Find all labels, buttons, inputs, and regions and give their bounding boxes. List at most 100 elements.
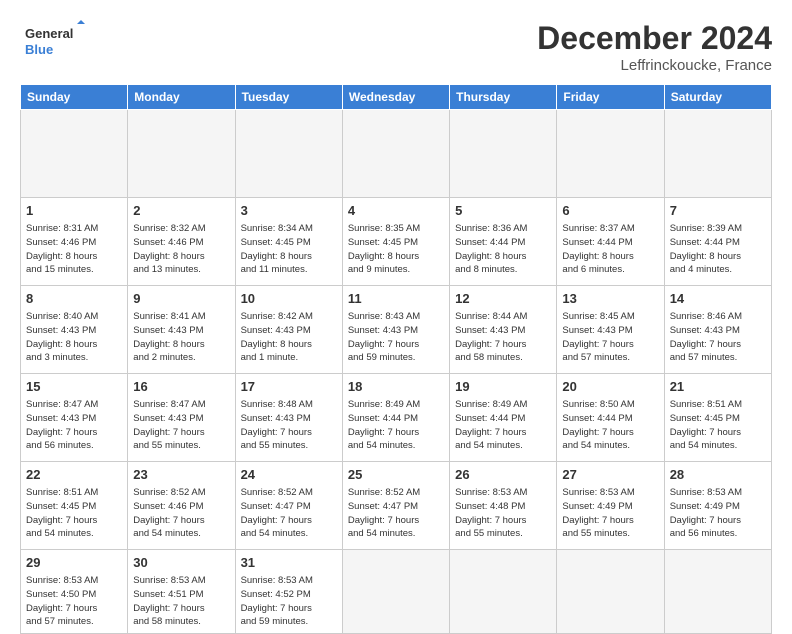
header-friday: Friday xyxy=(557,85,664,110)
table-row: 8Sunrise: 8:40 AM Sunset: 4:43 PM Daylig… xyxy=(21,286,128,374)
day-detail: Sunrise: 8:49 AM Sunset: 4:44 PM Dayligh… xyxy=(455,398,551,453)
day-number: 16 xyxy=(133,378,229,396)
table-row xyxy=(128,110,235,198)
day-detail: Sunrise: 8:44 AM Sunset: 4:43 PM Dayligh… xyxy=(455,310,551,365)
calendar-body: 1 Sunrise: 8:31 AM Sunset: 4:46 PM Daylig… xyxy=(21,110,772,634)
day-number: 31 xyxy=(241,554,337,572)
table-row: 16Sunrise: 8:47 AM Sunset: 4:43 PM Dayli… xyxy=(128,374,235,462)
day-detail: Sunrise: 8:51 AM Sunset: 4:45 PM Dayligh… xyxy=(670,398,766,453)
table-row xyxy=(664,110,771,198)
day-number: 26 xyxy=(455,466,551,484)
day-number: 5 xyxy=(455,202,551,220)
day-number: 24 xyxy=(241,466,337,484)
table-row: 30 Sunrise: 8:53 AM Sunset: 4:51 PM Dayli… xyxy=(128,550,235,634)
day-number: 14 xyxy=(670,290,766,308)
day-detail: Sunrise: 8:32 AM Sunset: 4:46 PM Dayligh… xyxy=(133,222,229,277)
day-detail: Sunrise: 8:43 AM Sunset: 4:43 PM Dayligh… xyxy=(348,310,444,365)
calendar-table: Sunday Monday Tuesday Wednesday Thursday… xyxy=(20,84,772,634)
day-detail: Sunrise: 8:34 AM Sunset: 4:45 PM Dayligh… xyxy=(241,222,337,277)
day-detail: Sunrise: 8:47 AM Sunset: 4:43 PM Dayligh… xyxy=(26,398,122,453)
table-row: 3 Sunrise: 8:34 AM Sunset: 4:45 PM Daylig… xyxy=(235,198,342,286)
table-row: 31 Sunrise: 8:53 AM Sunset: 4:52 PM Dayli… xyxy=(235,550,342,634)
day-detail: Sunrise: 8:52 AM Sunset: 4:47 PM Dayligh… xyxy=(241,486,337,541)
day-detail: Sunrise: 8:39 AM Sunset: 4:44 PM Dayligh… xyxy=(670,222,766,277)
table-row: 22 Sunrise: 8:51 AM Sunset: 4:45 PM Dayli… xyxy=(21,462,128,550)
table-row: 15 Sunrise: 8:47 AM Sunset: 4:43 PM Dayli… xyxy=(21,374,128,462)
day-detail: Sunrise: 8:31 AM Sunset: 4:46 PM Dayligh… xyxy=(26,222,122,277)
table-row xyxy=(450,550,557,634)
svg-text:General: General xyxy=(25,26,73,41)
day-number: 13 xyxy=(562,290,658,308)
day-detail: Sunrise: 8:53 AM Sunset: 4:48 PM Dayligh… xyxy=(455,486,551,541)
day-number: 20 xyxy=(562,378,658,396)
header-wednesday: Wednesday xyxy=(342,85,449,110)
table-row: 24 Sunrise: 8:52 AM Sunset: 4:47 PM Dayli… xyxy=(235,462,342,550)
day-detail: Sunrise: 8:49 AM Sunset: 4:44 PM Dayligh… xyxy=(348,398,444,453)
calendar-week-row: 8Sunrise: 8:40 AM Sunset: 4:43 PM Daylig… xyxy=(21,286,772,374)
day-detail: Sunrise: 8:50 AM Sunset: 4:44 PM Dayligh… xyxy=(562,398,658,453)
day-number: 28 xyxy=(670,466,766,484)
header-thursday: Thursday xyxy=(450,85,557,110)
table-row: 14Sunrise: 8:46 AM Sunset: 4:43 PM Dayli… xyxy=(664,286,771,374)
table-row: 26 Sunrise: 8:53 AM Sunset: 4:48 PM Dayli… xyxy=(450,462,557,550)
day-number: 11 xyxy=(348,290,444,308)
table-row: 25Sunrise: 8:52 AM Sunset: 4:47 PM Dayli… xyxy=(342,462,449,550)
table-row: 13 Sunrise: 8:45 AM Sunset: 4:43 PM Dayli… xyxy=(557,286,664,374)
day-detail: Sunrise: 8:35 AM Sunset: 4:45 PM Dayligh… xyxy=(348,222,444,277)
header: General Blue December 2024 Leffrinckouck… xyxy=(20,20,772,74)
weekday-header-row: Sunday Monday Tuesday Wednesday Thursday… xyxy=(21,85,772,110)
day-number: 21 xyxy=(670,378,766,396)
table-row: 18 Sunrise: 8:49 AM Sunset: 4:44 PM Dayli… xyxy=(342,374,449,462)
day-number: 17 xyxy=(241,378,337,396)
table-row: 27 Sunrise: 8:53 AM Sunset: 4:49 PM Dayli… xyxy=(557,462,664,550)
day-detail: Sunrise: 8:45 AM Sunset: 4:43 PM Dayligh… xyxy=(562,310,658,365)
table-row: 12 Sunrise: 8:44 AM Sunset: 4:43 PM Dayli… xyxy=(450,286,557,374)
day-detail: Sunrise: 8:36 AM Sunset: 4:44 PM Dayligh… xyxy=(455,222,551,277)
day-number: 30 xyxy=(133,554,229,572)
location: Leffrinckoucke, France xyxy=(537,57,772,74)
table-row xyxy=(235,110,342,198)
day-detail: Sunrise: 8:53 AM Sunset: 4:49 PM Dayligh… xyxy=(670,486,766,541)
table-row: 11 Sunrise: 8:43 AM Sunset: 4:43 PM Dayli… xyxy=(342,286,449,374)
table-row: 20 Sunrise: 8:50 AM Sunset: 4:44 PM Dayli… xyxy=(557,374,664,462)
header-tuesday: Tuesday xyxy=(235,85,342,110)
day-detail: Sunrise: 8:53 AM Sunset: 4:49 PM Dayligh… xyxy=(562,486,658,541)
title-block: December 2024 Leffrinckoucke, France xyxy=(537,20,772,74)
day-detail: Sunrise: 8:52 AM Sunset: 4:46 PM Dayligh… xyxy=(133,486,229,541)
table-row: 28 Sunrise: 8:53 AM Sunset: 4:49 PM Dayli… xyxy=(664,462,771,550)
table-row: 19Sunrise: 8:49 AM Sunset: 4:44 PM Dayli… xyxy=(450,374,557,462)
day-detail: Sunrise: 8:51 AM Sunset: 4:45 PM Dayligh… xyxy=(26,486,122,541)
table-row xyxy=(557,110,664,198)
day-number: 1 xyxy=(26,202,122,220)
calendar-week-row xyxy=(21,110,772,198)
day-detail: Sunrise: 8:53 AM Sunset: 4:52 PM Dayligh… xyxy=(241,574,337,629)
svg-text:Blue: Blue xyxy=(25,42,53,57)
day-number: 18 xyxy=(348,378,444,396)
table-row: 4Sunrise: 8:35 AM Sunset: 4:45 PM Daylig… xyxy=(342,198,449,286)
table-row xyxy=(21,110,128,198)
day-number: 27 xyxy=(562,466,658,484)
day-detail: Sunrise: 8:42 AM Sunset: 4:43 PM Dayligh… xyxy=(241,310,337,365)
table-row: 17 Sunrise: 8:48 AM Sunset: 4:43 PM Dayli… xyxy=(235,374,342,462)
day-number: 15 xyxy=(26,378,122,396)
day-detail: Sunrise: 8:40 AM Sunset: 4:43 PM Dayligh… xyxy=(26,310,122,365)
table-row: 21 Sunrise: 8:51 AM Sunset: 4:45 PM Dayli… xyxy=(664,374,771,462)
table-row: 9Sunrise: 8:41 AM Sunset: 4:43 PM Daylig… xyxy=(128,286,235,374)
calendar-week-row: 1 Sunrise: 8:31 AM Sunset: 4:46 PM Daylig… xyxy=(21,198,772,286)
day-detail: Sunrise: 8:48 AM Sunset: 4:43 PM Dayligh… xyxy=(241,398,337,453)
day-number: 12 xyxy=(455,290,551,308)
day-detail: Sunrise: 8:37 AM Sunset: 4:44 PM Dayligh… xyxy=(562,222,658,277)
header-sunday: Sunday xyxy=(21,85,128,110)
day-number: 3 xyxy=(241,202,337,220)
table-row xyxy=(664,550,771,634)
calendar-week-row: 15 Sunrise: 8:47 AM Sunset: 4:43 PM Dayli… xyxy=(21,374,772,462)
calendar-week-row: 29Sunrise: 8:53 AM Sunset: 4:50 PM Dayli… xyxy=(21,550,772,634)
day-detail: Sunrise: 8:53 AM Sunset: 4:51 PM Dayligh… xyxy=(133,574,229,629)
table-row: 5 Sunrise: 8:36 AM Sunset: 4:44 PM Daylig… xyxy=(450,198,557,286)
day-number: 22 xyxy=(26,466,122,484)
table-row xyxy=(342,110,449,198)
day-number: 29 xyxy=(26,554,122,572)
header-monday: Monday xyxy=(128,85,235,110)
day-number: 10 xyxy=(241,290,337,308)
page: General Blue December 2024 Leffrinckouck… xyxy=(0,0,792,612)
